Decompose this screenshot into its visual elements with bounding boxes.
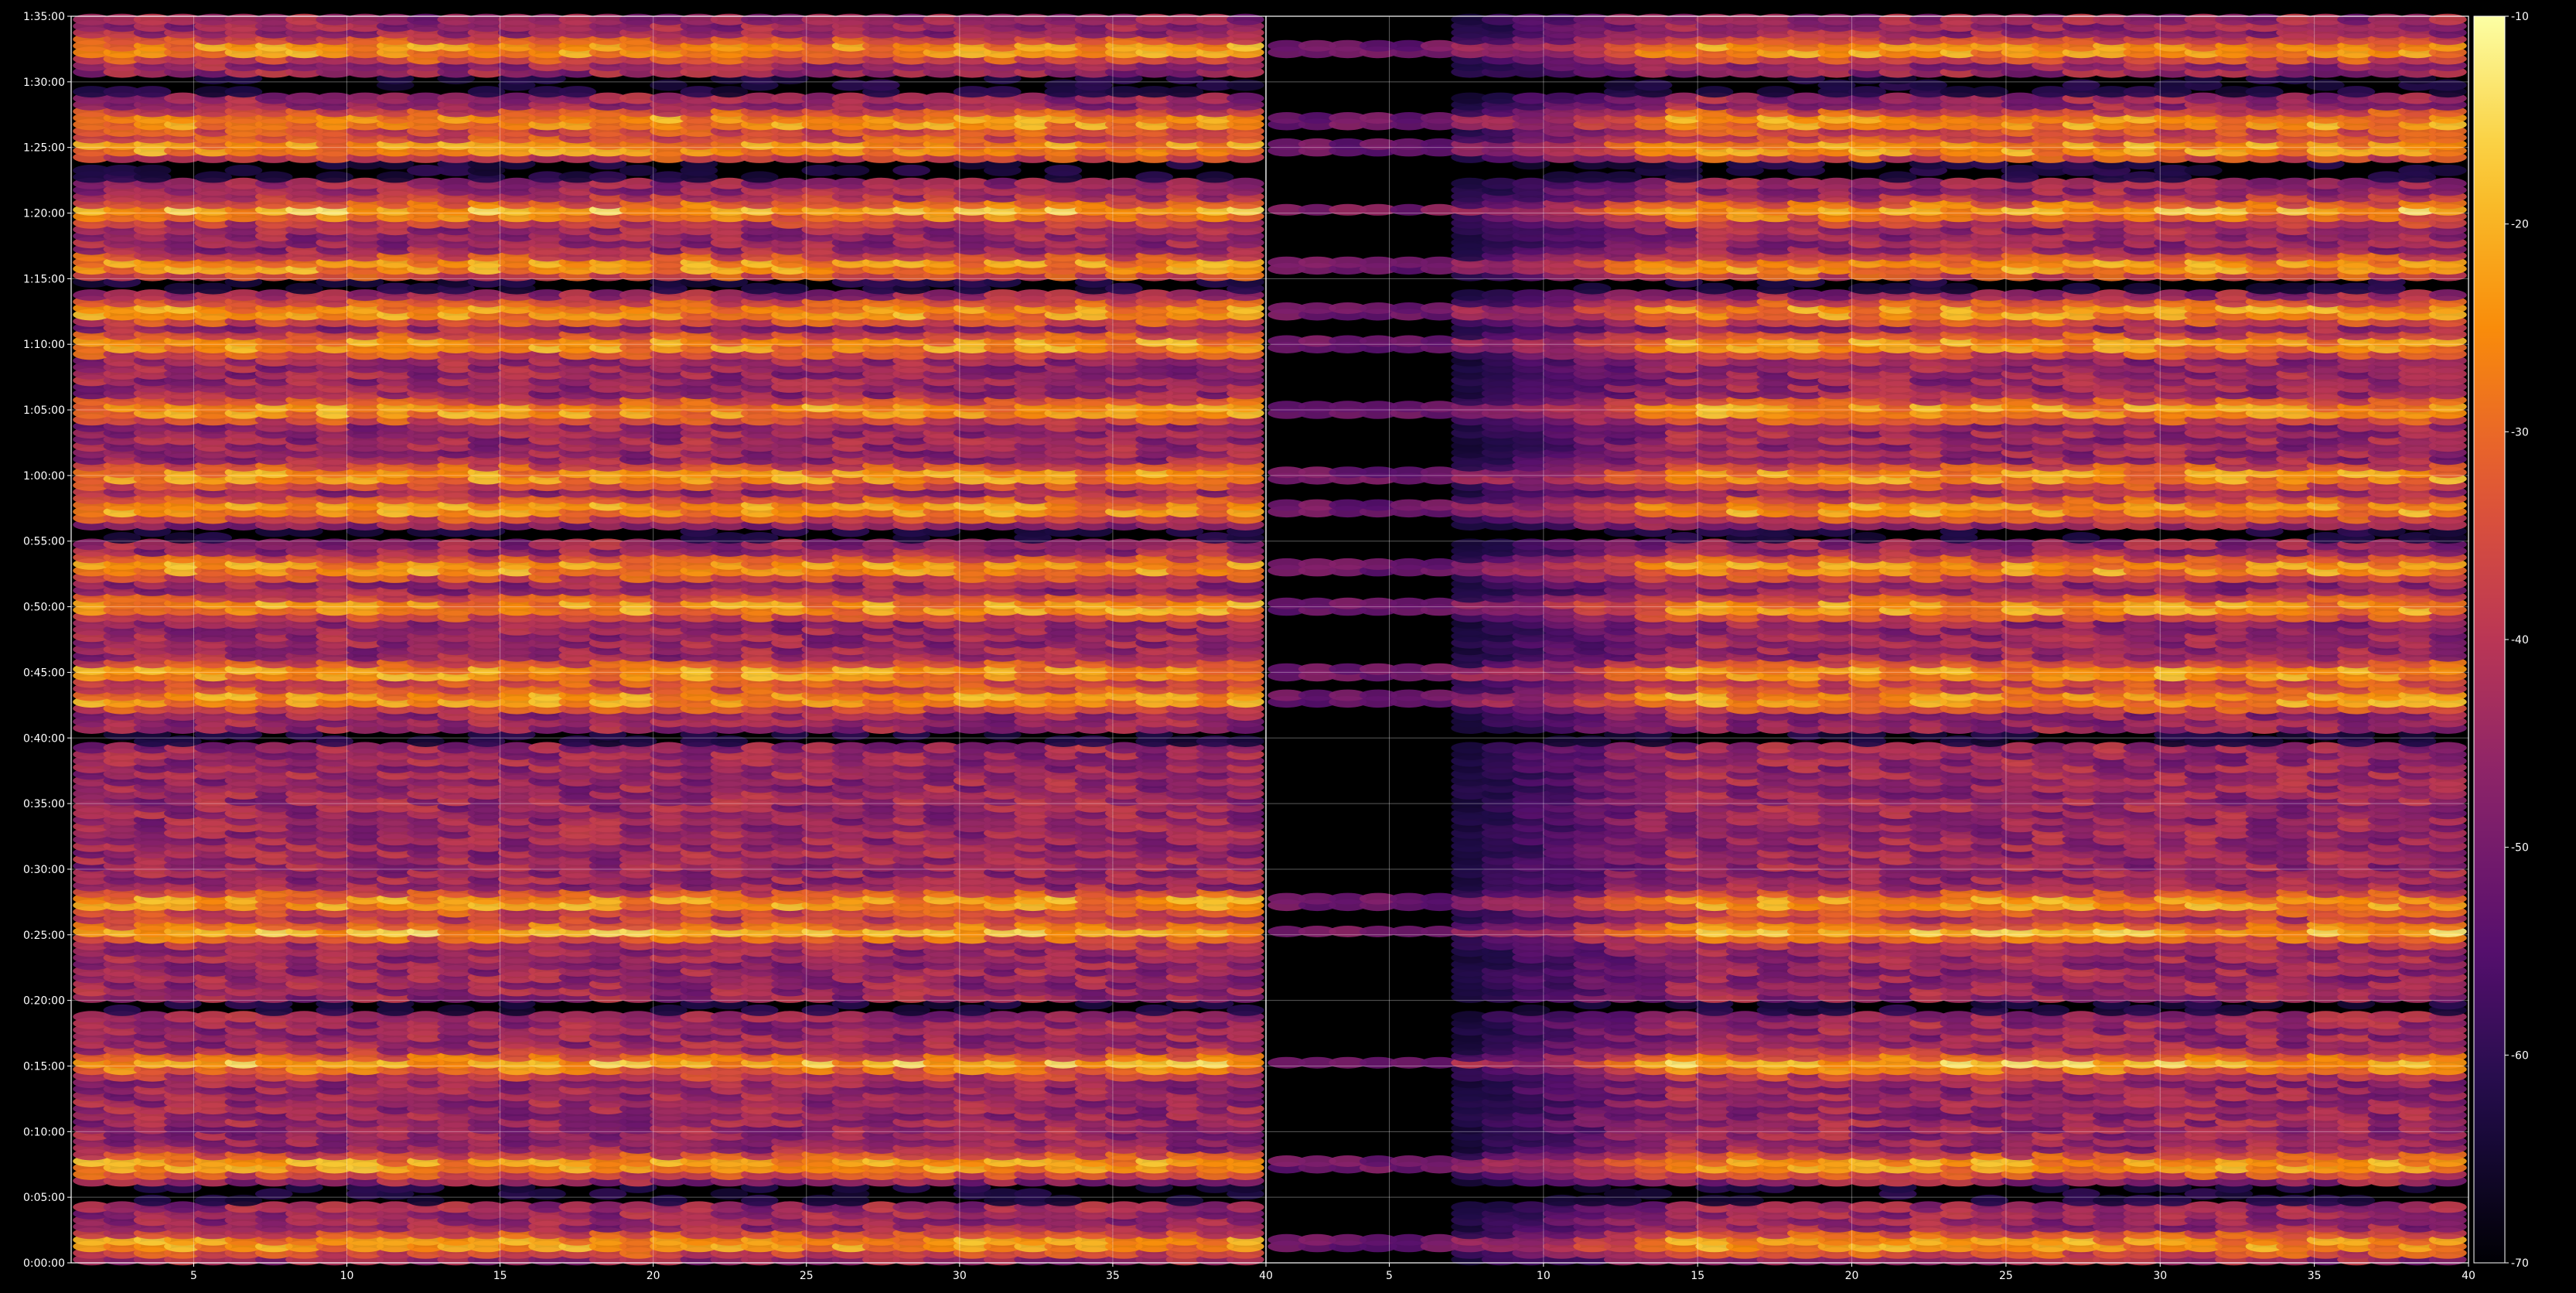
heatmap-cell bbox=[650, 1194, 688, 1206]
heatmap-cell bbox=[801, 1004, 840, 1016]
heatmap-cell bbox=[164, 735, 202, 747]
heatmap-cell bbox=[437, 1004, 475, 1016]
heatmap-cell bbox=[710, 1188, 749, 1200]
heatmap-cell bbox=[194, 532, 232, 544]
heatmap-cell bbox=[1227, 735, 1264, 747]
heatmap-cell bbox=[741, 1004, 779, 1016]
heatmap-cell bbox=[133, 1194, 172, 1206]
heatmap-cell bbox=[103, 532, 142, 544]
heatmap-cell bbox=[1135, 1004, 1173, 1016]
heatmap-cell bbox=[589, 1188, 627, 1200]
heatmap-cell bbox=[1165, 1194, 1204, 1206]
heatmap-cell bbox=[1227, 1004, 1264, 1016]
heatmap-cell bbox=[710, 735, 749, 747]
heatmap-cell bbox=[892, 1004, 930, 1016]
heatmap-cell bbox=[103, 1004, 142, 1016]
heatmap-cell bbox=[254, 1188, 293, 1200]
heatmap-cell bbox=[953, 1004, 991, 1016]
heatmap-cell bbox=[619, 735, 657, 747]
heatmap-cell bbox=[1227, 1201, 1264, 1213]
heatmap-cell bbox=[1044, 1194, 1083, 1206]
heatmap-cell bbox=[741, 1194, 779, 1206]
heatmap-cell bbox=[316, 735, 354, 747]
heatmap-cell bbox=[407, 1194, 445, 1206]
heatmap-cell bbox=[528, 1188, 566, 1200]
heatmap-cell bbox=[1014, 1188, 1052, 1200]
heatmap-chart: 5 10 15 20 25 30 35 40 5 10 15 20 25 30 35 400:00:000:0… bbox=[0, 0, 2576, 1293]
heatmap-cell bbox=[650, 1004, 688, 1016]
heatmap-cell bbox=[741, 532, 779, 544]
heatmap-cell bbox=[1074, 735, 1113, 747]
heatmap-cell bbox=[224, 1194, 263, 1206]
heatmap-cell bbox=[407, 735, 445, 747]
panel-left bbox=[73, 13, 1264, 1266]
